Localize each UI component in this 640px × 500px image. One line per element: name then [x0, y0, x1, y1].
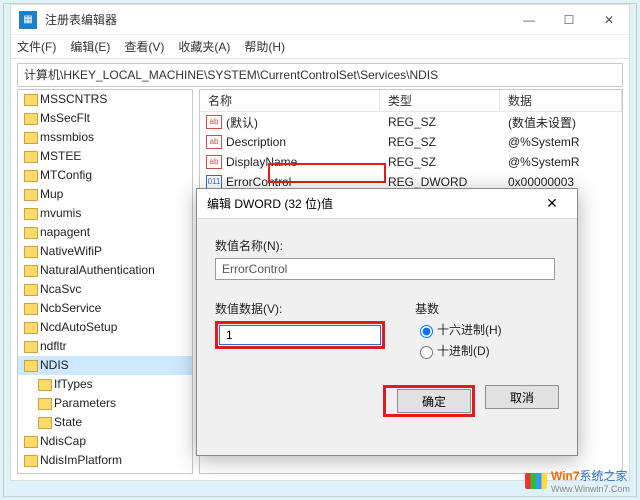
- tree-item[interactable]: Parameters: [18, 394, 192, 413]
- tree-panel: MSSCNTRSMsSecFltmssmbiosMSTEEMTConfigMup…: [17, 89, 193, 474]
- minimize-button[interactable]: —: [509, 5, 549, 35]
- menubar: 文件(F) 编辑(E) 查看(V) 收藏夹(A) 帮助(H): [11, 35, 629, 59]
- tree-item[interactable]: MSSCNTRS: [18, 90, 192, 109]
- tree-item[interactable]: NaturalAuthentication: [18, 261, 192, 280]
- string-icon: ab: [206, 155, 222, 169]
- maximize-button[interactable]: ☐: [549, 5, 589, 35]
- menu-view[interactable]: 查看(V): [124, 38, 164, 55]
- tree-item[interactable]: MsSecFlt: [18, 109, 192, 128]
- watermark: Win7系统之家 Www.Winwin7.Com: [525, 467, 630, 494]
- app-icon: ▦: [19, 11, 37, 29]
- name-field[interactable]: [215, 258, 555, 280]
- cancel-button[interactable]: 取消: [485, 385, 559, 409]
- tree-item[interactable]: Mup: [18, 185, 192, 204]
- base-label: 基数: [415, 300, 559, 317]
- col-name[interactable]: 名称: [200, 90, 380, 111]
- tree-item[interactable]: NativeWifiP: [18, 242, 192, 261]
- close-button[interactable]: ✕: [589, 5, 629, 35]
- highlight-value: [215, 321, 385, 349]
- list-row[interactable]: ab(默认)REG_SZ(数值未设置): [200, 112, 622, 132]
- tree-item[interactable]: MTConfig: [18, 166, 192, 185]
- list-row[interactable]: abDescriptionREG_SZ@%SystemR: [200, 132, 622, 152]
- window-title: 注册表编辑器: [45, 11, 509, 28]
- tree-item[interactable]: mssmbios: [18, 128, 192, 147]
- col-type[interactable]: 类型: [380, 90, 500, 111]
- menu-file[interactable]: 文件(F): [17, 38, 56, 55]
- tree-item[interactable]: mvumis: [18, 204, 192, 223]
- tree-item[interactable]: NcbService: [18, 299, 192, 318]
- menu-fav[interactable]: 收藏夹(A): [178, 38, 230, 55]
- tree-item[interactable]: NcdAutoSetup: [18, 318, 192, 337]
- dialog-title: 编辑 DWORD (32 位)值: [207, 195, 537, 212]
- tree-item[interactable]: MSTEE: [18, 147, 192, 166]
- tree-item[interactable]: NdisImPlatform: [18, 451, 192, 470]
- menu-edit[interactable]: 编辑(E): [70, 38, 110, 55]
- highlight-ok: 确定: [383, 385, 475, 417]
- titlebar: ▦ 注册表编辑器 — ☐ ✕: [11, 5, 629, 35]
- tree-item[interactable]: NcaSvc: [18, 280, 192, 299]
- tree-item[interactable]: NDIS: [18, 356, 192, 375]
- flag-icon: [525, 473, 547, 489]
- ok-button[interactable]: 确定: [397, 389, 471, 413]
- tree-item[interactable]: ndfltr: [18, 337, 192, 356]
- list-row[interactable]: abDisplayNameREG_SZ@%SystemR: [200, 152, 622, 172]
- radio-hex[interactable]: 十六进制(H): [415, 321, 559, 338]
- menu-help[interactable]: 帮助(H): [244, 38, 285, 55]
- tree-item[interactable]: State: [18, 413, 192, 432]
- binary-icon: 011: [206, 175, 222, 189]
- tree-item[interactable]: napagent: [18, 223, 192, 242]
- name-label: 数值名称(N):: [215, 237, 559, 254]
- string-icon: ab: [206, 135, 222, 149]
- radio-dec[interactable]: 十进制(D): [415, 342, 559, 359]
- tree-item[interactable]: IfTypes: [18, 375, 192, 394]
- col-data[interactable]: 数据: [500, 90, 622, 111]
- tree-item[interactable]: NdisCap: [18, 432, 192, 451]
- tree-item[interactable]: NdisTapi: [18, 470, 192, 474]
- dialog-close-button[interactable]: ✕: [537, 195, 567, 212]
- value-field[interactable]: [219, 325, 381, 345]
- address-bar[interactable]: 计算机\HKEY_LOCAL_MACHINE\SYSTEM\CurrentCon…: [17, 63, 623, 87]
- string-icon: ab: [206, 115, 222, 129]
- edit-dword-dialog: 编辑 DWORD (32 位)值 ✕ 数值名称(N): 数值数据(V): 基数 …: [196, 188, 578, 456]
- value-label: 数值数据(V):: [215, 300, 415, 317]
